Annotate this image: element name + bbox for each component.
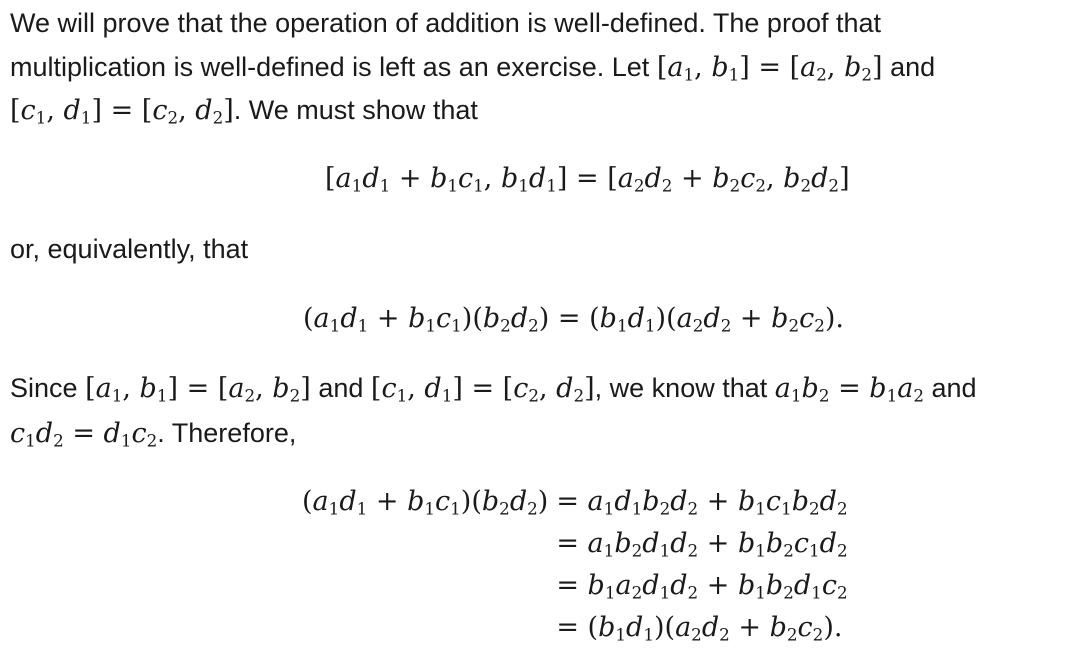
math-ab-relation: a1b2 = b1a2 — [774, 373, 924, 406]
text-run: or, equivalently, that — [10, 234, 249, 264]
text-run: Since — [10, 373, 78, 403]
math-eq-a: [a1, b1] = [a2, b2] — [85, 373, 311, 406]
aligned-row-1: = a1d1b2d2 + b1c1b2d2 — [556, 486, 848, 519]
aligned-lhs-empty — [302, 565, 548, 607]
aligned-row-4: = (b1d1)(a2d2 + b2c2). — [556, 612, 843, 645]
aligned-row-2: = a1b2d1d2 + b1b2c1d2 — [556, 528, 848, 561]
math-eq-c: [c1, d1] = [c2, d2] — [370, 373, 595, 406]
paragraph-line-2: multiplication is well-defined is left a… — [10, 50, 935, 84]
text-run: , we know that — [594, 373, 768, 403]
text-run: . We must show that — [233, 95, 478, 125]
display-equation-1: [a1d1 + b1c1, b1d1] = [a2d2 + b2c2, b2d2… — [325, 163, 850, 196]
text-run: multiplication is well-defined is left a… — [10, 52, 650, 82]
text-run: . Therefore, — [157, 418, 297, 448]
aligned-lhs-empty — [302, 607, 548, 649]
math-eq-a: [a1, b1] = [a2, b2] — [656, 52, 883, 85]
paragraph-line-5: Since [a1, b1] = [a2, b2] and [c1, d1] =… — [10, 371, 977, 405]
aligned-row-3: = b1a2d1d2 + b1b2d1c2 — [556, 570, 848, 603]
paragraph-line-3: [c1, d1] = [c2, d2]. We must show that — [10, 93, 478, 127]
text-run: We will prove that the operation of addi… — [10, 8, 882, 38]
paragraph-line-4: or, equivalently, that — [10, 232, 248, 266]
display-equation-2: (a1d1 + b1c1)(b2d2) = (b1d1)(a2d2 + b2c2… — [303, 303, 844, 336]
math-eq-c: [c1, d1] = [c2, d2] — [10, 95, 234, 128]
aligned-lhs: (a1d1 + b1c1)(b2d2) — [302, 486, 549, 519]
paragraph-line-1: We will prove that the operation of addi… — [10, 6, 881, 40]
math-cd-relation: c1d2 = d1c2 — [10, 418, 158, 451]
paragraph-line-6: c1d2 = d1c2. Therefore, — [10, 416, 296, 450]
text-run: and — [318, 373, 364, 403]
aligned-lhs-empty — [302, 523, 548, 565]
text-run: and — [890, 52, 936, 82]
text-run: and — [931, 373, 977, 403]
aligned-equations: (a1d1 + b1c1)(b2d2) = a1d1b2d2 + b1c1b2d… — [302, 481, 848, 649]
